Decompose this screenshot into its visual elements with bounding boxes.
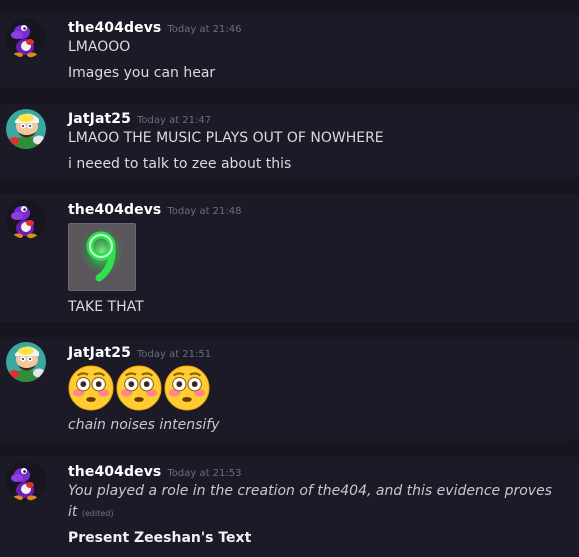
message-header: JatJat25 Today at 21:47 — [68, 108, 211, 127]
flushed-face-icon — [68, 365, 114, 411]
message-header: the404devs Today at 21:48 — [68, 199, 242, 218]
message-text: chain noises intensify — [68, 417, 220, 433]
flushed-face-icon — [164, 365, 210, 411]
user-avatar[interactable] — [6, 199, 46, 239]
wario-avatar-icon — [6, 342, 46, 382]
message-text: Images you can hear — [68, 65, 216, 81]
emoji-row — [68, 365, 210, 411]
user-avatar[interactable] — [6, 342, 46, 382]
message-2: JatJat25 Today at 21:47 LMAOO THE MUSIC P… — [0, 104, 579, 179]
author-name[interactable]: the404devs — [68, 464, 161, 480]
timestamp: Today at 21:48 — [167, 206, 242, 217]
yoshi-avatar-icon — [6, 18, 46, 58]
timestamp: Today at 21:46 — [167, 24, 242, 35]
user-avatar[interactable] — [6, 18, 46, 58]
message-text: Present Zeeshan's Text — [68, 530, 252, 546]
message-text: You played a role in the creation of the… — [68, 483, 552, 499]
author-name[interactable]: JatJat25 — [68, 111, 131, 127]
author-name[interactable]: the404devs — [68, 202, 161, 218]
message-4: JatJat25 Today at 21:51 chain noises inte… — [0, 337, 579, 441]
message-text-continued: it (edited) — [68, 504, 113, 520]
user-avatar[interactable] — [6, 461, 46, 501]
user-avatar[interactable] — [6, 109, 46, 149]
message-header: JatJat25 Today at 21:51 — [68, 342, 211, 361]
message-header: the404devs Today at 21:53 — [68, 461, 242, 480]
message-text: LMAOO THE MUSIC PLAYS OUT OF NOWHERE — [68, 130, 384, 146]
message-text: i neeed to talk to zee about this — [68, 156, 292, 172]
timestamp: Today at 21:51 — [136, 349, 212, 360]
message-text-tail: it — [68, 504, 78, 520]
author-name[interactable]: the404devs — [68, 20, 161, 36]
wario-avatar-icon — [6, 109, 46, 149]
green-nine-image-icon — [69, 224, 135, 290]
image-attachment[interactable] — [68, 223, 136, 291]
message-1: the404devs Today at 21:46 LMAOOO Images y… — [0, 13, 579, 88]
yoshi-avatar-icon — [6, 461, 46, 501]
timestamp: Today at 21:53 — [167, 468, 242, 479]
yoshi-avatar-icon — [6, 199, 46, 239]
author-name[interactable]: JatJat25 — [68, 345, 131, 361]
message-5: the404devs Today at 21:53 You played a ro… — [0, 456, 579, 557]
message-3: the404devs Today at 21:48 TAKE THAT — [0, 194, 579, 322]
flushed-face-icon — [116, 365, 162, 411]
message-header: the404devs Today at 21:46 — [68, 17, 242, 36]
message-text: TAKE THAT — [68, 299, 144, 315]
timestamp: Today at 21:47 — [136, 115, 212, 126]
message-text: LMAOOO — [68, 39, 131, 55]
edited-label: (edited) — [81, 509, 114, 518]
